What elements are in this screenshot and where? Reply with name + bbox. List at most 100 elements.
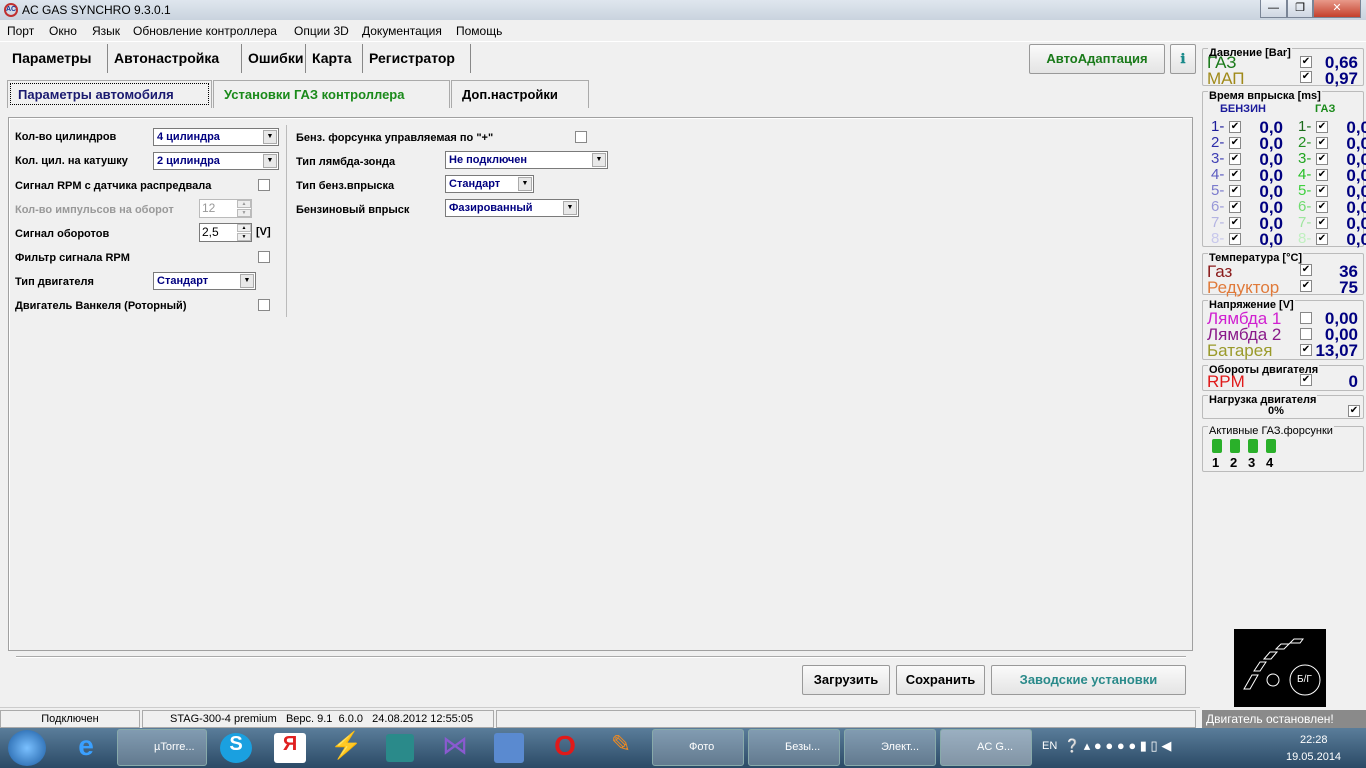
coil-label: Кол. цил. на катушку [15, 155, 128, 167]
pulses-value: 12 [202, 201, 215, 215]
settings-panel [8, 117, 1193, 651]
rpm-checkbox[interactable]: ✔ [1300, 374, 1312, 386]
factory-settings-button[interactable]: Заводские установки [991, 665, 1186, 695]
gas-injector-number: 2- [1298, 134, 1311, 151]
engine-type-value: Стандарт [157, 275, 208, 287]
taskbar-utorrent[interactable]: µTorre... [117, 729, 207, 766]
spin-down-icon[interactable]: ▼ [237, 233, 251, 241]
menu-language[interactable]: Язык [92, 24, 120, 38]
taskbar-paint[interactable]: Безы... [748, 729, 840, 766]
ie-icon[interactable]: e [68, 730, 104, 766]
map-checkbox[interactable]: ✔ [1300, 71, 1312, 83]
gas-pressure-checkbox[interactable]: ✔ [1300, 56, 1312, 68]
tab-errors[interactable]: Ошибки [243, 44, 306, 73]
subtab-car-params[interactable]: Параметры автомобиля [7, 80, 212, 108]
tab-recorder[interactable]: Регистратор [364, 44, 471, 73]
fuel-mode-label: Б/Г [1297, 674, 1312, 685]
winamp-icon[interactable]: ⚡ [330, 730, 362, 766]
subtab-extra[interactable]: Доп.настройки [451, 80, 589, 108]
gas-injector-number: 6- [1298, 198, 1311, 215]
close-button[interactable]: ✕ [1313, 0, 1361, 18]
lambda2-checkbox[interactable] [1300, 328, 1312, 340]
rpm-filter-label: Фильтр сигнала RPM [15, 252, 130, 264]
rpm-signal-value: 2,5 [202, 225, 219, 239]
map-value: 0,97 [1325, 69, 1358, 89]
lambda-type-label: Тип лямбда-зонда [296, 156, 395, 168]
petrol-injector-number: 3- [1211, 150, 1224, 167]
cylinders-select[interactable]: 4 цилиндра▼ [153, 128, 279, 146]
injection-mode-select[interactable]: Фазированный▼ [445, 199, 579, 217]
subtab-gas-settings[interactable]: Установки ГАЗ контроллера [213, 80, 450, 108]
tab-map[interactable]: Карта [307, 44, 363, 73]
maximize-button[interactable]: ❐ [1287, 0, 1313, 18]
wankel-checkbox[interactable] [258, 299, 270, 311]
save-button[interactable]: Сохранить [896, 665, 985, 695]
coil-value: 2 цилиндра [157, 155, 220, 167]
voltage-group: Напряжение [V] Лямбда 1 0,00 Лямбда 2 0,… [1202, 300, 1364, 360]
injection-mode-label: Бензиновый впрыск [296, 204, 409, 216]
battery-label: Батарея [1207, 341, 1272, 361]
yandex-icon[interactable]: Я [274, 733, 306, 763]
reducer-temp-checkbox[interactable]: ✔ [1300, 280, 1312, 292]
spin-up-icon[interactable]: ▲ [237, 200, 251, 208]
injector-slots-icon [1234, 629, 1326, 707]
volume-app-icon[interactable] [494, 733, 524, 763]
menu-3d[interactable]: Опции 3D [294, 24, 349, 38]
menu-update[interactable]: Обновление контроллера [133, 24, 277, 38]
pencil-app-icon[interactable]: ✎ [604, 730, 638, 766]
menu-help[interactable]: Помощь [456, 24, 502, 38]
minimize-button[interactable]: — [1260, 0, 1287, 18]
spin-down-icon[interactable]: ▼ [237, 209, 251, 217]
pressure-group: Давление [Bar] ГАЗ ✔ 0,66 МАП ✔ 0,97 [1202, 48, 1364, 86]
injection-type-value: Стандарт [449, 178, 500, 190]
tab-autotune[interactable]: Автонастройка [109, 44, 242, 73]
injector-number: 4 [1266, 455, 1273, 470]
pulses-spinner[interactable]: 12 ▲▼ [199, 199, 252, 218]
rpm-signal-label: Сигнал оборотов [15, 228, 109, 240]
taskbar-elect[interactable]: Элект... [844, 729, 936, 766]
chevron-down-icon: ▼ [263, 154, 277, 168]
autoadapt-button[interactable]: АвтоАдаптация [1029, 44, 1165, 74]
paint-label: Безы... [785, 741, 820, 753]
gas-header: ГАЗ [1315, 103, 1335, 115]
menu-window[interactable]: Окно [49, 24, 77, 38]
calculator-icon[interactable] [386, 734, 414, 762]
info-icon[interactable]: ℹ [1170, 44, 1196, 74]
media-icon[interactable]: ⋈ [438, 730, 472, 766]
petrol-injector-value: 0,0 [1235, 230, 1283, 250]
tab-parameters[interactable]: Параметры [7, 44, 108, 73]
taskbar-foto[interactable]: Фото [652, 729, 744, 766]
petrol-injector-number: 1- [1211, 118, 1224, 135]
rpm-filter-checkbox[interactable] [258, 251, 270, 263]
skype-icon[interactable]: S [220, 733, 252, 763]
opera-icon[interactable]: O [550, 730, 580, 766]
lambda-type-select[interactable]: Не подключен▼ [445, 151, 608, 169]
plus-injector-checkbox[interactable] [575, 131, 587, 143]
lambda1-checkbox[interactable] [1300, 312, 1312, 324]
spin-up-icon[interactable]: ▲ [237, 224, 251, 232]
rpm-cam-label: Сигнал RPM с датчика распредвала [15, 180, 211, 192]
load-checkbox[interactable]: ✔ [1348, 405, 1360, 417]
language-indicator[interactable]: EN [1042, 740, 1057, 752]
separator [16, 656, 1186, 658]
clock-date[interactable]: 19.05.2014 [1286, 751, 1341, 763]
foto-label: Фото [689, 741, 714, 753]
engine-type-select[interactable]: Стандарт▼ [153, 272, 256, 290]
battery-checkbox[interactable]: ✔ [1300, 344, 1312, 356]
pulses-label: Кол-во импульсов на оборот [15, 204, 174, 216]
coil-select[interactable]: 2 цилиндра ▼ [153, 152, 279, 170]
injection-type-label: Тип бенз.впрыска [296, 180, 394, 192]
gas-temp-checkbox[interactable]: ✔ [1300, 264, 1312, 276]
menu-docs[interactable]: Документация [362, 24, 442, 38]
rpm-cam-checkbox[interactable] [258, 179, 270, 191]
menu-port[interactable]: Порт [7, 24, 34, 38]
rpm-signal-spinner[interactable]: 2,5 ▲▼ [199, 223, 252, 242]
injection-type-select[interactable]: Стандарт▼ [445, 175, 534, 193]
taskbar-acgas[interactable]: AC G... [940, 729, 1032, 766]
start-button[interactable] [8, 730, 46, 766]
petrol-header: БЕНЗИН [1220, 103, 1266, 115]
clock-time[interactable]: 22:28 [1300, 734, 1328, 746]
lambda-type-value: Не подключен [449, 154, 527, 166]
tray-icons[interactable]: ❔ ▴ ● ● ● ● ▮ ▯ ◀ [1064, 738, 1171, 754]
load-button[interactable]: Загрузить [802, 665, 890, 695]
